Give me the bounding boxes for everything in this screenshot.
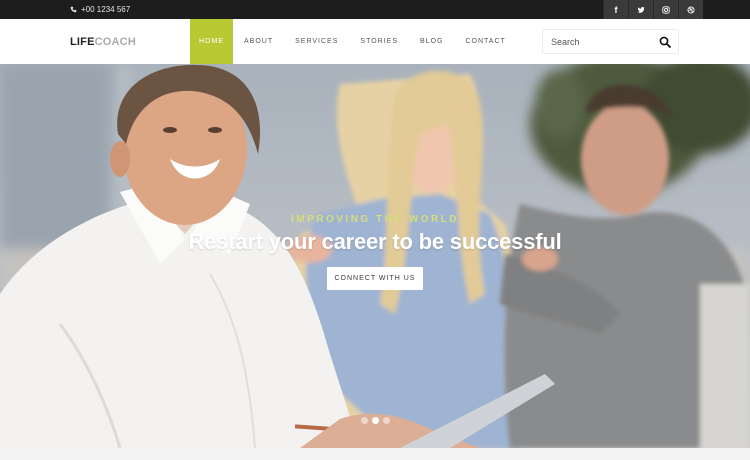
search-input[interactable] [543, 30, 653, 53]
top-bar: +00 1234 567 f [0, 0, 750, 19]
logo-text-life: LIFE [70, 35, 95, 48]
social-links: f [603, 0, 703, 19]
instagram-link[interactable] [653, 0, 678, 19]
twitter-link[interactable] [628, 0, 653, 19]
nav-about[interactable]: ABOUT [233, 19, 284, 64]
facebook-icon: f [614, 4, 618, 15]
site-logo[interactable]: LIFE COACH [70, 19, 136, 64]
nav-stories[interactable]: STORIES [349, 19, 409, 64]
nav-services[interactable]: SERVICES [284, 19, 349, 64]
search-box [542, 29, 679, 54]
nav-home[interactable]: HOME [190, 19, 233, 64]
twitter-icon [637, 6, 645, 13]
main-nav: HOME ABOUT SERVICES STORIES BLOG CONTACT [190, 19, 517, 64]
slider-dots [361, 417, 390, 424]
dribbble-icon [687, 5, 695, 14]
slide-dot-3[interactable] [383, 417, 390, 424]
phone-icon [70, 6, 77, 13]
phone-contact[interactable]: +00 1234 567 [70, 0, 130, 19]
phone-number: +00 1234 567 [81, 5, 131, 14]
hero-headline: Restart your career to be successful [188, 229, 562, 254]
hero-eyebrow: IMPROVING THE WORLD [290, 214, 460, 225]
nav-blog[interactable]: BLOG [409, 19, 454, 64]
slide-dot-1[interactable] [361, 417, 368, 424]
facebook-link[interactable]: f [603, 0, 628, 19]
dribbble-link[interactable] [678, 0, 703, 19]
slide-dot-2[interactable] [372, 417, 379, 424]
hero-content: IMPROVING THE WORLD Restart your career … [0, 64, 750, 448]
connect-button[interactable]: CONNECT WITH US [327, 267, 423, 290]
instagram-icon [662, 5, 670, 14]
logo-text-coach: COACH [94, 35, 136, 48]
hero-slider: IMPROVING THE WORLD Restart your career … [0, 64, 750, 448]
next-section [0, 448, 750, 460]
nav-contact[interactable]: CONTACT [454, 19, 516, 64]
search-icon[interactable] [659, 36, 671, 48]
